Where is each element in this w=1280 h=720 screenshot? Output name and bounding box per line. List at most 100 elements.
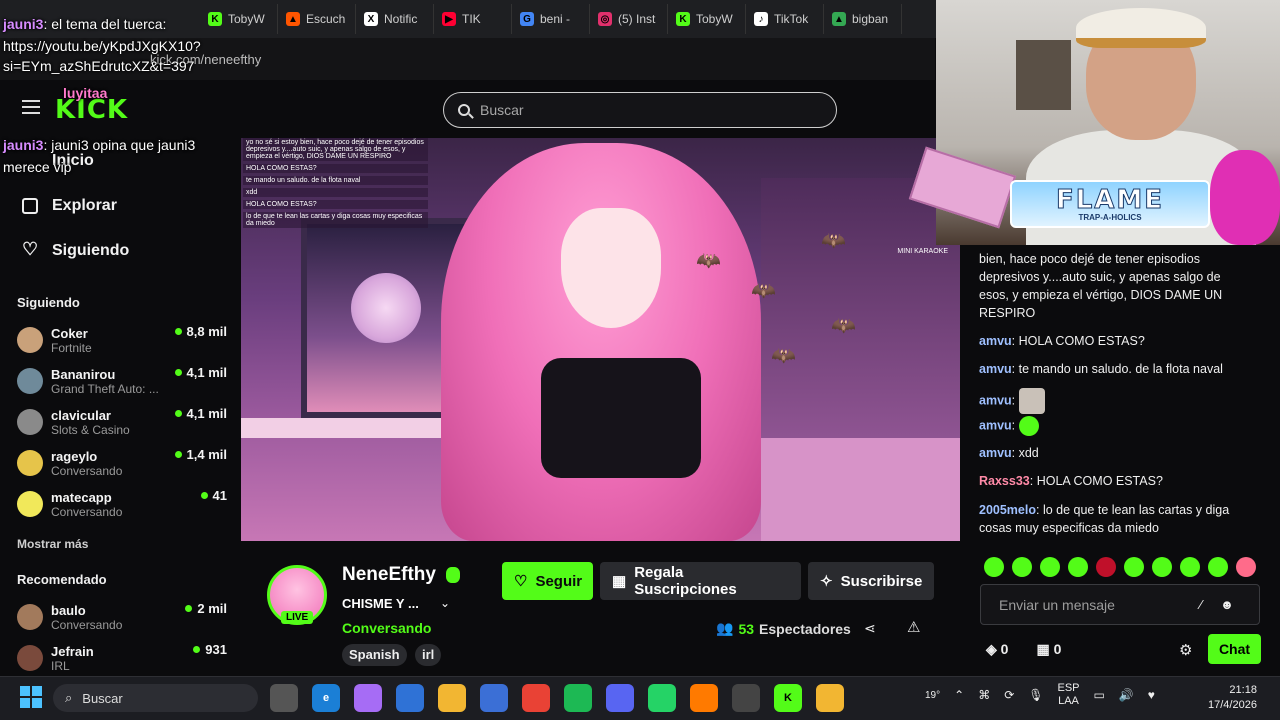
report-icon[interactable]: ⚠ bbox=[907, 618, 920, 636]
browser-tab[interactable]: ♪ TikTok bbox=[746, 4, 824, 34]
gear-icon[interactable]: ⚙ bbox=[1179, 641, 1192, 659]
emote-bar[interactable] bbox=[984, 557, 1256, 577]
chat-username[interactable]: Raxss33 bbox=[979, 474, 1030, 488]
chat-username[interactable]: amvu bbox=[979, 362, 1012, 376]
emote-icon[interactable] bbox=[1124, 557, 1144, 577]
follow-button[interactable]: ♡ Seguir bbox=[502, 562, 593, 600]
sidebar-channel[interactable]: matecapp Conversando 41 bbox=[17, 486, 227, 522]
emote-icon[interactable] bbox=[1096, 557, 1116, 577]
chat-text: xdd bbox=[1018, 446, 1039, 460]
nav-item-following[interactable]: Siguiendo bbox=[22, 239, 129, 260]
emote-icon[interactable] bbox=[1012, 557, 1032, 577]
discord-icon[interactable] bbox=[606, 684, 634, 712]
chat-message: amvu: te mando un saludo. de la flota na… bbox=[979, 362, 1223, 376]
overlay-text: merece vip bbox=[3, 159, 72, 175]
whatsapp-icon[interactable] bbox=[648, 684, 676, 712]
soundcloud-icon[interactable] bbox=[690, 684, 718, 712]
sidebar-channel[interactable]: clavicular Slots & Casino 4,1 mil bbox=[17, 404, 227, 440]
browser-tab[interactable]: Gbeni - bbox=[512, 4, 590, 34]
chat-message: amvu: xdd bbox=[979, 446, 1039, 460]
chat-username[interactable]: 2005melo bbox=[979, 503, 1036, 517]
language-indicator[interactable]: ESP LAA bbox=[1057, 682, 1079, 708]
sidebar-channel[interactable]: Bananirou Grand Theft Auto: ... 4,1 mil bbox=[17, 363, 227, 399]
browser-tab[interactable]: ▶ TIK bbox=[434, 4, 512, 34]
chat-username[interactable]: amvu bbox=[979, 446, 1012, 460]
emote-icon[interactable] bbox=[1236, 557, 1256, 577]
channel-viewers: 931 bbox=[193, 642, 227, 657]
task-view-icon[interactable] bbox=[270, 684, 298, 712]
points-counter[interactable]: ◈ 0 bbox=[986, 641, 1008, 658]
chat-send-button[interactable]: Chat bbox=[1208, 634, 1261, 664]
emote-icon[interactable] bbox=[1180, 557, 1200, 577]
browser-tab[interactable]: K TobyW bbox=[668, 4, 746, 34]
spotify-icon[interactable] bbox=[564, 684, 592, 712]
sidebar-channel[interactable]: Coker Fortnite 8,8 mil bbox=[17, 322, 227, 358]
volume-icon[interactable]: 🔊 bbox=[1119, 688, 1134, 702]
share-icon[interactable]: ⋖ bbox=[864, 620, 876, 637]
flame-banner: FLAME TRAP-A-HOLICS bbox=[1010, 180, 1210, 228]
chrome-icon[interactable] bbox=[522, 684, 550, 712]
store-icon[interactable] bbox=[480, 684, 508, 712]
commands-icon[interactable]: ⁄ bbox=[1200, 597, 1202, 612]
emote-icon[interactable] bbox=[984, 557, 1004, 577]
browser-tab[interactable]: ▲ Escuch bbox=[278, 4, 356, 34]
tab-favicon-icon: ▲ bbox=[286, 12, 300, 26]
notification-icon[interactable]: ♥ bbox=[1148, 688, 1155, 702]
menu-icon[interactable] bbox=[22, 100, 40, 114]
emote-icon[interactable] bbox=[1040, 557, 1060, 577]
channel-name: Coker bbox=[51, 325, 88, 341]
tab-favicon-icon: K bbox=[208, 12, 222, 26]
network-icon[interactable]: ⌘ bbox=[978, 688, 990, 702]
chat-username[interactable]: amvu bbox=[979, 393, 1012, 407]
fl-studio-icon[interactable] bbox=[816, 684, 844, 712]
karaoke-label: MINI KARAOKE bbox=[897, 248, 948, 255]
browser-tab[interactable]: ▲ bigban bbox=[824, 4, 902, 34]
nav-item-explore[interactable]: Explorar bbox=[22, 197, 117, 215]
obs-icon[interactable] bbox=[732, 684, 760, 712]
tag-language[interactable]: Spanish bbox=[342, 644, 407, 666]
taskbar-search[interactable]: ⌕ Buscar bbox=[53, 684, 258, 712]
tab-favicon-icon: ◎ bbox=[598, 12, 612, 26]
emoji-icon[interactable]: ☻ bbox=[1220, 597, 1234, 612]
cat-emote-icon bbox=[1018, 388, 1045, 414]
taskbar-clock[interactable]: 21:18 17/4/2026 bbox=[1208, 683, 1257, 713]
video-chat-line: lo de que te lean las cartas y diga cosa… bbox=[243, 212, 428, 228]
chat-username[interactable]: amvu bbox=[979, 334, 1012, 348]
channel-name: Bananirou bbox=[51, 366, 116, 382]
gifts-counter[interactable]: ▦ 0 bbox=[1036, 641, 1061, 658]
microphone-icon[interactable]: 🎙 bbox=[1028, 688, 1043, 702]
emote-icon[interactable] bbox=[1068, 557, 1088, 577]
show-more-link[interactable]: Mostrar más bbox=[17, 537, 88, 551]
browser-tab[interactable]: ◎ (5) Inst bbox=[590, 4, 668, 34]
gift-subs-button[interactable]: ▦ Regala Suscripciones bbox=[600, 562, 801, 600]
edge-icon[interactable]: e bbox=[312, 684, 340, 712]
video-player[interactable]: 🦇 🦇 🦇 🦇 🦇 MINI KARAOKE yo no sé si estoy… bbox=[241, 138, 960, 541]
chat-username[interactable]: amvu bbox=[979, 418, 1012, 432]
channel-category: Conversando bbox=[51, 463, 123, 478]
sidebar-channel[interactable]: baulo Conversando 2 mil bbox=[17, 599, 227, 635]
outlook-icon[interactable] bbox=[396, 684, 424, 712]
emote-icon[interactable] bbox=[1152, 557, 1172, 577]
copilot-icon[interactable] bbox=[354, 684, 382, 712]
display-icon[interactable]: ▭ bbox=[1094, 688, 1105, 702]
browser-tab[interactable]: X Notific bbox=[356, 4, 434, 34]
windows-start-icon[interactable] bbox=[20, 686, 42, 708]
kick-app-icon[interactable]: K bbox=[774, 684, 802, 712]
live-dot-icon bbox=[185, 605, 193, 612]
emote-icon[interactable] bbox=[1208, 557, 1228, 577]
chevron-down-icon[interactable]: ⌄ bbox=[440, 596, 450, 610]
file-explorer-icon[interactable] bbox=[438, 684, 466, 712]
sync-icon[interactable]: ⟳ bbox=[1004, 688, 1014, 702]
chevron-up-icon[interactable]: ⌃ bbox=[954, 688, 964, 702]
stream-category[interactable]: Conversando bbox=[342, 620, 431, 636]
browser-tab[interactable]: K TobyW bbox=[200, 4, 278, 34]
sidebar-channel[interactable]: Jefrain IRL 931 bbox=[17, 640, 227, 676]
streamer-name[interactable]: NeneEfthy bbox=[342, 564, 436, 586]
channel-viewers: 4,1 mil bbox=[174, 406, 227, 421]
search-input[interactable]: Buscar bbox=[443, 92, 837, 128]
subscribe-button[interactable]: ✧ Suscribirse bbox=[808, 562, 934, 600]
tag-irl[interactable]: irl bbox=[415, 644, 442, 666]
weather-temp[interactable]: 19° bbox=[925, 690, 940, 701]
tab-label: bigban bbox=[852, 12, 889, 26]
sidebar-channel[interactable]: rageylo Conversando 1,4 mil bbox=[17, 445, 227, 481]
